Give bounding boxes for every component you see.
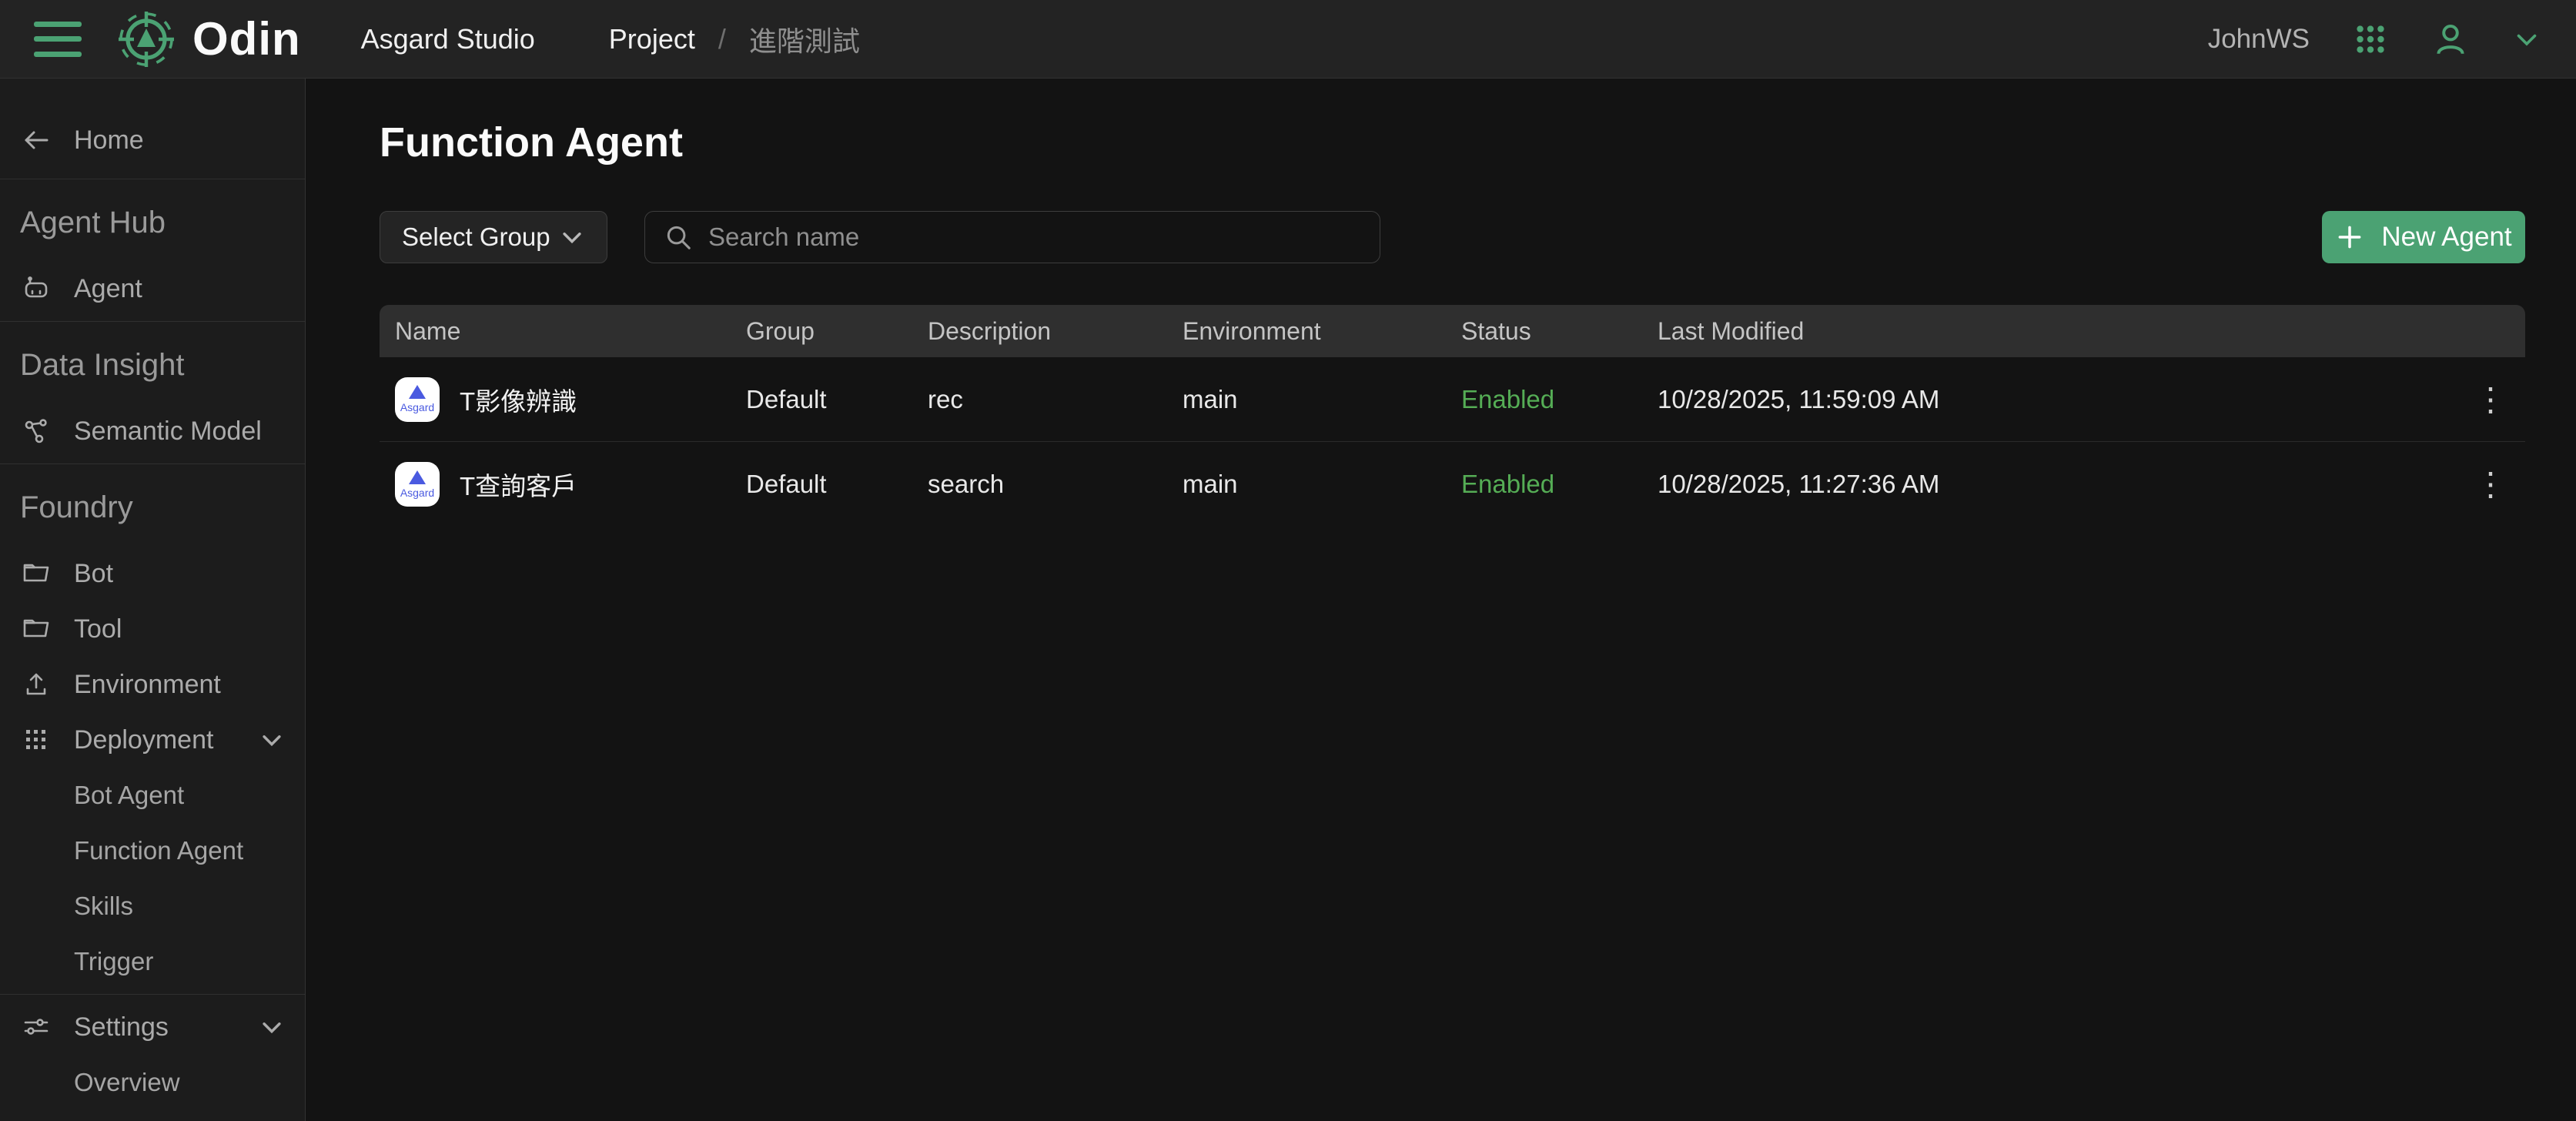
sidebar-subitem-function-agent[interactable]: Function Agent [0, 823, 305, 878]
table-header-row: Name Group Description Environment Statu… [380, 305, 2525, 357]
upload-icon [20, 669, 52, 700]
row-actions-kebab-icon[interactable]: ⋮ [2456, 468, 2525, 500]
brand-name: Odin [192, 12, 301, 65]
new-agent-button-label: New Agent [2381, 222, 2511, 253]
chevron-down-icon [559, 224, 585, 250]
agent-table: Name Group Description Environment Statu… [380, 305, 2525, 527]
sidebar-subitem-bot-agent[interactable]: Bot Agent [0, 768, 305, 823]
sidebar-divider [0, 321, 305, 322]
sidebar-subitem-overview[interactable]: Overview [0, 1055, 305, 1110]
row-actions-kebab-icon[interactable]: ⋮ [2456, 383, 2525, 416]
hamburger-menu-icon[interactable] [34, 22, 82, 57]
topbar: Odin Asgard Studio Project / 進階測試 JohnWS [0, 0, 2576, 79]
grid-dots-icon [20, 725, 52, 755]
sidebar-item-label: Semantic Model [74, 417, 262, 447]
group-select-dropdown[interactable]: Select Group [380, 211, 607, 263]
sidebar-item-settings[interactable]: Settings [0, 999, 305, 1055]
sidebar-item-deployment[interactable]: Deployment [0, 712, 305, 768]
agent-last-modified: 10/28/2025, 11:27:36 AM [1658, 470, 2456, 499]
breadcrumb-current-project[interactable]: 進階測試 [749, 19, 860, 59]
controls-bar: Select Group [380, 211, 2525, 263]
sidebar-subitem-trigger[interactable]: Trigger [0, 934, 305, 989]
agent-description: search [928, 470, 1183, 499]
sidebar-item-label: Agent [74, 274, 142, 304]
table-row[interactable]: Asgard T查詢客戶 Default search main Enabled… [380, 442, 2525, 527]
account-chevron-down-icon[interactable] [2513, 25, 2541, 53]
username-label: JohnWS [2208, 24, 2310, 55]
search-icon [664, 223, 693, 252]
robot-icon [20, 273, 52, 304]
sidebar-item-agent[interactable]: Agent [0, 261, 305, 316]
sidebar-item-label: Tool [74, 614, 122, 644]
chevron-down-icon[interactable] [259, 727, 285, 753]
breadcrumb-project[interactable]: Project [609, 23, 695, 55]
agent-last-modified: 10/28/2025, 11:59:09 AM [1658, 385, 2456, 414]
asgard-avatar-icon: Asgard [395, 377, 440, 422]
sidebar-item-label: Environment [74, 670, 221, 700]
back-arrow-icon [20, 126, 52, 154]
agent-environment: main [1183, 470, 1461, 499]
agent-environment: main [1183, 385, 1461, 414]
sidebar-item-label: Settings [74, 1012, 169, 1042]
sidebar: Home Agent Hub Agent Data Insight [0, 79, 306, 1121]
agent-group: Default [746, 470, 928, 499]
apps-grid-icon[interactable] [2353, 22, 2388, 57]
agent-name-cell[interactable]: Asgard T查詢客戶 [395, 462, 746, 507]
sidebar-divider [0, 463, 305, 464]
sidebar-item-semantic-model[interactable]: Semantic Model [0, 403, 305, 459]
chevron-down-icon[interactable] [259, 1014, 285, 1040]
column-header-name: Name [395, 317, 746, 346]
sidebar-section-agent-hub: Agent Hub [0, 184, 305, 261]
sidebar-item-home[interactable]: Home [0, 106, 305, 174]
sidebar-section-data-insight: Data Insight [0, 326, 305, 403]
agent-description: rec [928, 385, 1183, 414]
folder-icon [20, 614, 52, 644]
sidebar-subitem-completion-model[interactable]: Completion Model [0, 1110, 305, 1121]
group-select-label: Select Group [402, 223, 550, 252]
new-agent-button[interactable]: New Agent [2322, 211, 2525, 263]
odin-logo-icon [115, 8, 177, 70]
agent-name: T查詢客戶 [460, 466, 577, 503]
breadcrumb-separator: / [718, 23, 726, 55]
plus-icon [2335, 223, 2364, 252]
agent-name-cell[interactable]: Asgard T影像辨識 [395, 377, 746, 422]
sidebar-item-environment[interactable]: Environment [0, 657, 305, 712]
table-row[interactable]: Asgard T影像辨識 Default rec main Enabled 10… [380, 357, 2525, 442]
agent-name: T影像辨識 [460, 381, 577, 418]
user-profile-icon[interactable] [2431, 20, 2470, 59]
network-graph-icon [20, 416, 52, 447]
folder-icon [20, 558, 52, 589]
column-header-environment: Environment [1183, 317, 1461, 346]
sidebar-item-label: Bot [74, 559, 113, 589]
column-header-status: Status [1461, 317, 1658, 346]
agent-group: Default [746, 385, 928, 414]
asgard-avatar-icon: Asgard [395, 462, 440, 507]
app-name: Asgard Studio [361, 23, 535, 55]
status-badge: Enabled [1461, 470, 1658, 499]
sidebar-divider [0, 994, 305, 995]
sidebar-item-label: Deployment [74, 725, 213, 755]
column-header-group: Group [746, 317, 928, 346]
column-header-last-modified: Last Modified [1658, 317, 2456, 346]
sidebar-item-label: Home [74, 125, 144, 156]
sidebar-item-tool[interactable]: Tool [0, 601, 305, 657]
sliders-icon [20, 1012, 52, 1042]
sidebar-item-bot[interactable]: Bot [0, 546, 305, 601]
page-title: Function Agent [380, 79, 2525, 166]
sidebar-subitem-skills[interactable]: Skills [0, 878, 305, 934]
column-header-description: Description [928, 317, 1183, 346]
main-content: Function Agent Select Group [306, 79, 2576, 1121]
sidebar-section-foundry: Foundry [0, 469, 305, 546]
status-badge: Enabled [1461, 385, 1658, 414]
search-input[interactable] [708, 223, 1361, 252]
search-box [644, 211, 1380, 263]
